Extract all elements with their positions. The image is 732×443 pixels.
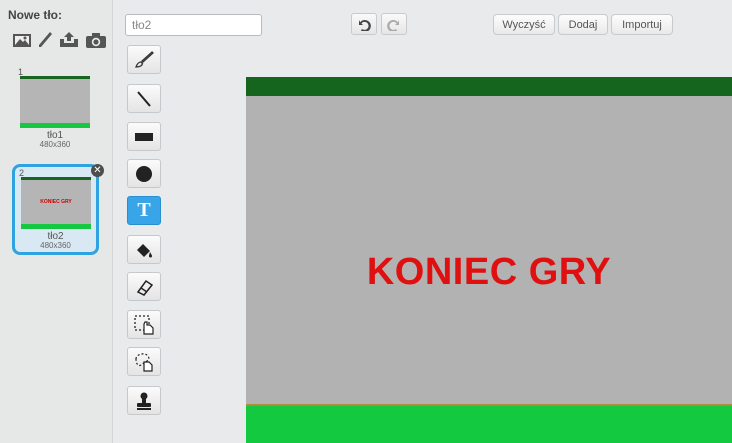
reshape-select-tool[interactable] bbox=[127, 347, 161, 376]
backdrop-item-tlo1[interactable]: 1 tło1 480x360 bbox=[14, 66, 96, 151]
backdrop-thumbnail bbox=[20, 76, 90, 128]
camera-icon[interactable] bbox=[84, 31, 108, 49]
canvas-bottom-band bbox=[246, 404, 732, 443]
backdrop-item-tlo2[interactable]: 2 KONIEC GRY tło2 480x360 bbox=[12, 164, 99, 255]
line-icon bbox=[137, 90, 151, 107]
undo-icon bbox=[359, 20, 371, 31]
import-button[interactable]: Importuj bbox=[611, 14, 673, 35]
canvas-text: KONIEC GRY bbox=[366, 251, 612, 293]
redo-icon bbox=[387, 20, 399, 31]
text-icon: T bbox=[137, 199, 151, 221]
brush-icon bbox=[135, 50, 154, 68]
clear-button[interactable]: Wyczyść bbox=[493, 14, 555, 35]
undo-button[interactable] bbox=[351, 13, 377, 35]
stamp-tool[interactable] bbox=[127, 386, 161, 415]
backdrop-name-input[interactable] bbox=[125, 14, 262, 36]
backdrop-thumbnail: KONIEC GRY bbox=[21, 177, 91, 229]
eraser-tool[interactable] bbox=[127, 272, 161, 301]
ellipse-tool[interactable] bbox=[127, 159, 161, 188]
select-icon bbox=[134, 314, 154, 335]
drawing-canvas[interactable]: KONIEC GRY bbox=[246, 77, 732, 443]
text-tool[interactable]: T bbox=[127, 196, 161, 225]
line-tool[interactable] bbox=[127, 84, 161, 113]
delete-backdrop-close-icon[interactable]: ✕ bbox=[91, 164, 104, 177]
canvas-top-band bbox=[246, 77, 732, 96]
rectangle-tool[interactable] bbox=[127, 122, 161, 151]
thumbnail-text: KONIEC GRY bbox=[40, 199, 72, 205]
fill-tool[interactable] bbox=[127, 235, 161, 264]
redo-button[interactable] bbox=[381, 13, 407, 35]
brush-tool[interactable] bbox=[127, 45, 161, 74]
eraser-icon bbox=[136, 279, 154, 296]
rectangle-icon bbox=[135, 132, 153, 141]
stamp-icon bbox=[137, 392, 151, 410]
select-tool[interactable] bbox=[127, 310, 161, 339]
backdrop-size: 480x360 bbox=[39, 140, 71, 149]
backdrop-list-panel: Nowe tło: 1 tło1 480x360 2 KONIEC GRY tł… bbox=[0, 0, 113, 443]
paint-new-icon[interactable] bbox=[36, 31, 54, 49]
choose-from-library-icon[interactable] bbox=[11, 31, 33, 49]
reshape-select-icon bbox=[135, 352, 153, 372]
backdrop-size: 480x360 bbox=[40, 241, 71, 250]
ellipse-icon bbox=[136, 165, 152, 182]
add-button[interactable]: Dodaj bbox=[558, 14, 608, 35]
new-backdrop-label: Nowe tło: bbox=[8, 8, 62, 22]
fill-icon bbox=[137, 243, 152, 257]
upload-icon[interactable] bbox=[57, 31, 81, 49]
